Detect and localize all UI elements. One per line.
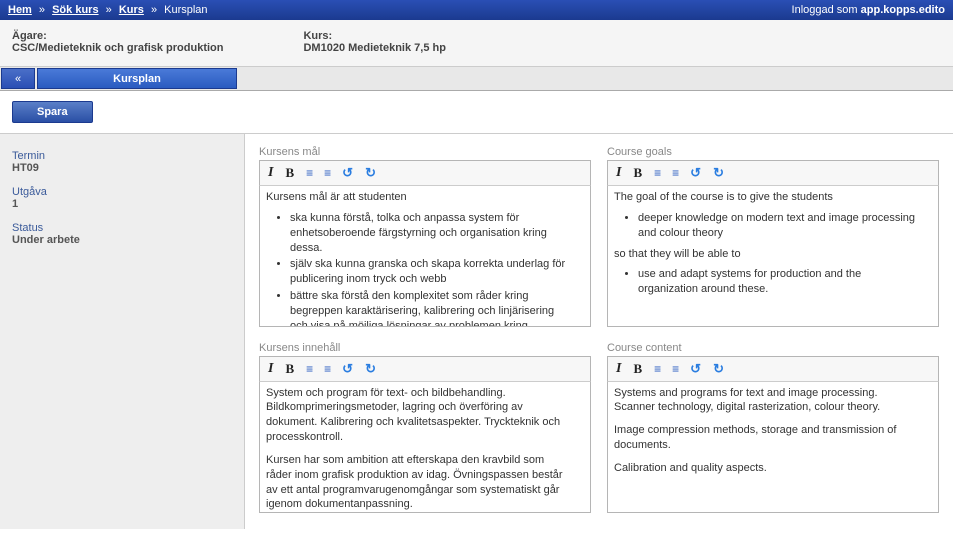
main: Termin HT09 Utgåva 1 Status Under arbete… (0, 134, 953, 529)
bullet-list-icon[interactable]: ≡ (304, 361, 314, 377)
breadcrumb-course[interactable]: Kurs (119, 4, 144, 16)
redo-icon[interactable]: ↻ (711, 164, 726, 182)
course-value: DM1020 Medieteknik 7,5 hp (303, 42, 445, 54)
redo-icon[interactable]: ↻ (711, 360, 726, 378)
redo-icon[interactable]: ↻ (363, 164, 378, 182)
editor-goals-sv-label: Kursens mål (259, 146, 591, 158)
breadcrumb-search[interactable]: Sök kurs (52, 4, 98, 16)
editor-content-en-area[interactable]: Systems and programs for text and image … (608, 382, 938, 512)
undo-icon[interactable]: ↺ (340, 164, 355, 182)
toolbar-goals-sv: I B ≡ ≡ ↺ ↻ (259, 160, 591, 186)
owner-value: CSC/Medieteknik och grafisk produktion (12, 42, 223, 54)
number-list-icon[interactable]: ≡ (670, 361, 680, 377)
number-list-icon[interactable]: ≡ (670, 165, 680, 181)
edition-label: Utgåva (12, 186, 232, 198)
list-item: use and adapt systems for production and… (638, 267, 920, 297)
bold-icon[interactable]: B (631, 164, 644, 182)
breadcrumb-home[interactable]: Hem (8, 4, 32, 16)
breadcrumb-current: Kursplan (164, 4, 207, 16)
tab-row: « Kursplan (0, 67, 953, 91)
content-grid: Kursens mål I B ≡ ≡ ↺ ↻ Kursens mål är a… (245, 134, 953, 529)
editor-content-en-label: Course content (607, 342, 939, 354)
term-label: Termin (12, 150, 232, 162)
bullet-list-icon[interactable]: ≡ (304, 165, 314, 181)
undo-icon[interactable]: ↺ (340, 360, 355, 378)
bullet-list-icon[interactable]: ≡ (652, 165, 662, 181)
save-button[interactable]: Spara (12, 101, 93, 123)
sidebar: Termin HT09 Utgåva 1 Status Under arbete (0, 134, 245, 529)
editor-content-sv: Kursens innehåll I B ≡ ≡ ↺ ↻ System och … (259, 342, 591, 518)
course-label: Kurs: (303, 30, 445, 42)
list-item: ska kunna förstå, tolka och anpassa syst… (290, 211, 572, 256)
edition-value: 1 (12, 198, 232, 210)
bold-icon[interactable]: B (283, 360, 296, 378)
tab-back-button[interactable]: « (1, 68, 35, 89)
owner-label: Ägare: (12, 30, 223, 42)
italic-icon[interactable]: I (614, 360, 623, 378)
tab-kursplan[interactable]: Kursplan (37, 68, 237, 89)
editor-goals-en-label: Course goals (607, 146, 939, 158)
number-list-icon[interactable]: ≡ (322, 361, 332, 377)
editor-content-sv-label: Kursens innehåll (259, 342, 591, 354)
course-block: Kurs: DM1020 Medieteknik 7,5 hp (303, 30, 445, 54)
editor-goals-en-area[interactable]: The goal of the course is to give the st… (608, 186, 938, 326)
editor-goals-sv-area[interactable]: Kursens mål är att studenten ska kunna f… (260, 186, 590, 326)
italic-icon[interactable]: I (614, 164, 623, 182)
undo-icon[interactable]: ↺ (688, 164, 703, 182)
term-value: HT09 (12, 162, 232, 174)
editor-content-en: Course content I B ≡ ≡ ↺ ↻ Systems and p… (607, 342, 939, 518)
toolbar-goals-en: I B ≡ ≡ ↺ ↻ (607, 160, 939, 186)
italic-icon[interactable]: I (266, 164, 275, 182)
info-bar: Ägare: CSC/Medieteknik och grafisk produ… (0, 20, 953, 67)
list-item: bättre ska förstå den komplexitet som rå… (290, 289, 572, 326)
toolbar-content-en: I B ≡ ≡ ↺ ↻ (607, 356, 939, 382)
login-status: Inloggad som app.kopps.edito (792, 4, 945, 16)
owner-block: Ägare: CSC/Medieteknik och grafisk produ… (12, 30, 223, 54)
bold-icon[interactable]: B (631, 360, 644, 378)
bold-icon[interactable]: B (283, 164, 296, 182)
editor-goals-sv: Kursens mål I B ≡ ≡ ↺ ↻ Kursens mål är a… (259, 146, 591, 332)
toolbar-content-sv: I B ≡ ≡ ↺ ↻ (259, 356, 591, 382)
status-label: Status (12, 222, 232, 234)
undo-icon[interactable]: ↺ (688, 360, 703, 378)
list-item: själv ska kunna granska och skapa korrek… (290, 257, 572, 287)
editor-content-sv-area[interactable]: System och program för text- och bildbeh… (260, 382, 590, 512)
italic-icon[interactable]: I (266, 360, 275, 378)
list-item: deeper knowledge on modern text and imag… (638, 211, 920, 241)
top-bar: Hem » Sök kurs » Kurs » Kursplan Inlogga… (0, 0, 953, 20)
action-bar: Spara (0, 91, 953, 134)
number-list-icon[interactable]: ≡ (322, 165, 332, 181)
status-value: Under arbete (12, 234, 232, 246)
bullet-list-icon[interactable]: ≡ (652, 361, 662, 377)
breadcrumb: Hem » Sök kurs » Kurs » Kursplan (8, 4, 208, 16)
redo-icon[interactable]: ↻ (363, 360, 378, 378)
editor-goals-en: Course goals I B ≡ ≡ ↺ ↻ The goal of the… (607, 146, 939, 332)
